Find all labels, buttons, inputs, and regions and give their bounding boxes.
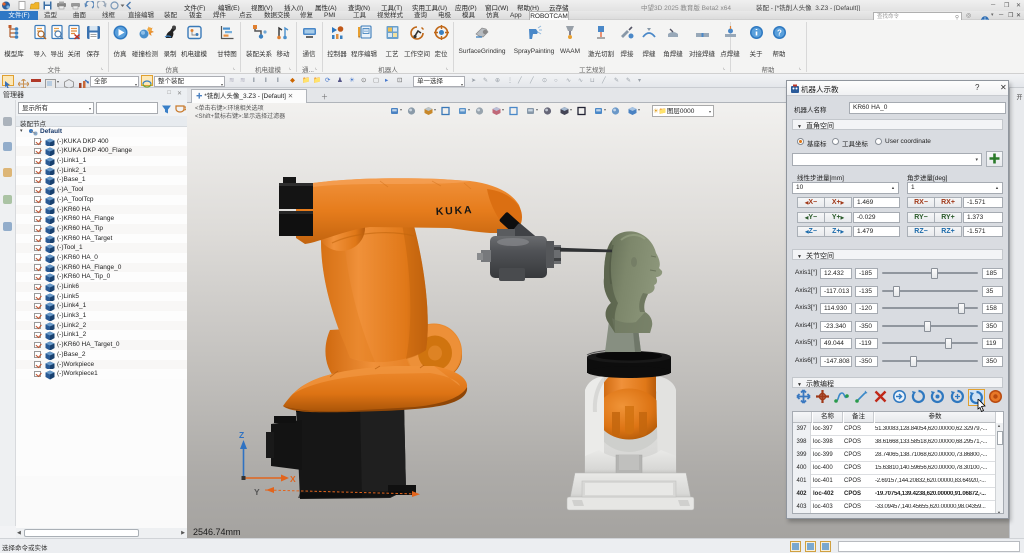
svg-text:Y: Y [254, 487, 260, 497]
svg-text:?: ? [777, 29, 782, 38]
svg-text:X: X [290, 474, 296, 484]
svg-text:KUKA: KUKA [436, 204, 474, 218]
svg-text:Z: Z [239, 430, 244, 440]
